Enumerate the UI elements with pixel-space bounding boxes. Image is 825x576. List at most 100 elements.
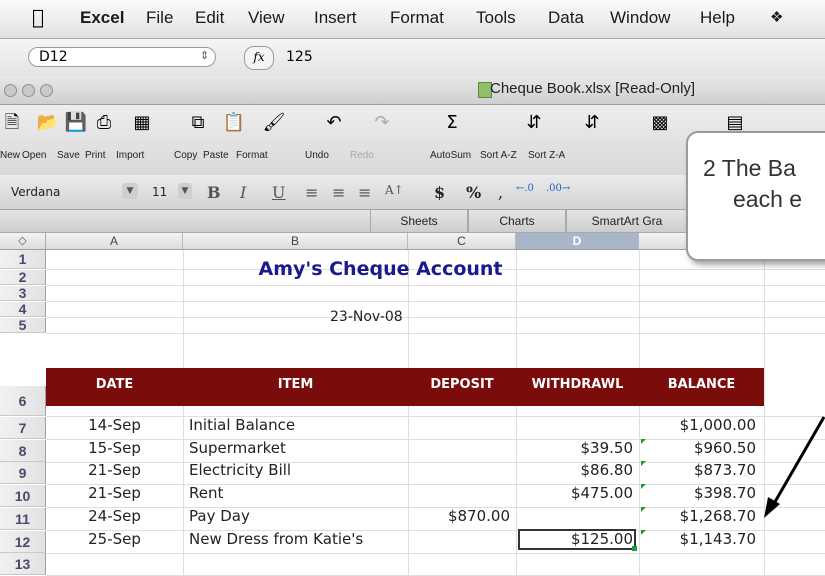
cell-item[interactable]: Electricity Bill — [189, 461, 291, 479]
menu-insert[interactable]: Insert — [314, 8, 357, 28]
toolbar-new-label[interactable]: New — [0, 150, 20, 161]
copy-icon[interactable]: ⧉ — [186, 112, 210, 134]
toolbar-sort-az-label[interactable]: Sort A-Z — [480, 150, 517, 161]
cell-withdrawal[interactable]: $39.50 — [516, 439, 634, 457]
menu-help[interactable]: Help — [700, 8, 735, 28]
comma-icon[interactable]: , — [498, 183, 503, 202]
cell-date[interactable]: 14-Sep — [46, 416, 183, 434]
toolbar-sort-za-label[interactable]: Sort Z-A — [528, 150, 565, 161]
error-indicator-icon[interactable] — [641, 484, 646, 489]
open-icon[interactable]: 📂 — [36, 112, 60, 134]
name-box[interactable]: D12 — [28, 47, 216, 67]
currency-button[interactable]: $ — [434, 183, 445, 202]
toolbar-open-label[interactable]: Open — [22, 150, 46, 161]
cell-balance[interactable]: $1,000.00 — [639, 416, 756, 434]
toolbar-copy-label[interactable]: Copy — [174, 150, 197, 161]
cell-item[interactable]: Supermarket — [189, 439, 286, 457]
merge-cells-icon[interactable]: A↑ — [385, 183, 404, 197]
import-icon[interactable]: ▦ — [130, 112, 154, 134]
toolbar-redo-label[interactable]: Redo — [350, 150, 374, 161]
font-name-select[interactable]: Verdana — [5, 181, 140, 203]
header-item[interactable]: ITEM — [183, 377, 408, 392]
align-left-icon[interactable]: ≡ — [305, 183, 318, 202]
minimize-window-icon[interactable] — [22, 84, 35, 97]
menu-excel[interactable]: Excel — [80, 8, 124, 28]
header-balance[interactable]: BALANCE — [639, 377, 764, 392]
cell-item[interactable]: Initial Balance — [189, 416, 295, 434]
cell-balance[interactable]: $1,143.70 — [639, 530, 756, 548]
cell-item[interactable]: Rent — [189, 484, 223, 502]
cell-date[interactable]: 25-Sep — [46, 530, 183, 548]
error-indicator-icon[interactable] — [641, 507, 646, 512]
row-header-12[interactable]: 12 — [0, 531, 46, 553]
toolbar-paste-label[interactable]: Paste — [203, 150, 229, 161]
cell-item[interactable]: Pay Day — [189, 507, 250, 525]
close-window-icon[interactable] — [4, 84, 17, 97]
autosum-icon[interactable]: Σ — [440, 112, 464, 134]
row-header-10[interactable]: 10 — [0, 485, 46, 507]
column-header-c[interactable]: C — [408, 233, 516, 249]
header-date[interactable]: DATE — [46, 377, 183, 392]
header-deposit[interactable]: DEPOSIT — [408, 377, 516, 392]
row-header-1[interactable]: 1 — [0, 250, 46, 269]
align-right-icon[interactable]: ≡ — [358, 183, 371, 202]
cell-date[interactable]: 24-Sep — [46, 507, 183, 525]
menu-view[interactable]: View — [248, 8, 285, 28]
menu-data[interactable]: Data — [548, 8, 584, 28]
column-header-b[interactable]: B — [183, 233, 408, 249]
format-painter-icon[interactable]: 🖌 — [262, 112, 286, 134]
name-box-stepper-icon[interactable]: ⇕ — [200, 49, 209, 62]
sort-az-icon[interactable]: ⇵ — [522, 112, 546, 134]
cell-withdrawal[interactable]: $86.80 — [516, 461, 634, 479]
increase-decimal-icon[interactable]: ←.0 — [516, 183, 534, 194]
formula-input[interactable]: 125 — [280, 46, 825, 68]
apple-icon[interactable]:  — [32, 5, 44, 29]
cell-balance[interactable]: $1,268.70 — [639, 507, 756, 525]
error-indicator-icon[interactable] — [641, 530, 646, 535]
row-header-9[interactable]: 9 — [0, 462, 46, 484]
tab-smartart[interactable]: SmartArt Gra — [566, 210, 688, 232]
redo-icon[interactable]: ↷ — [370, 112, 394, 134]
cell-balance[interactable]: $873.70 — [639, 461, 756, 479]
italic-button[interactable]: I — [240, 183, 246, 202]
toolbar-format-label[interactable]: Format — [236, 150, 268, 161]
percent-button[interactable]: % — [466, 183, 481, 202]
column-header-d[interactable]: D — [516, 233, 639, 249]
row-header-3[interactable]: 3 — [0, 286, 46, 301]
function-button[interactable]: fx — [244, 46, 274, 70]
menu-window[interactable]: Window — [610, 8, 670, 28]
script-menu-icon[interactable]: ❖ — [770, 8, 783, 26]
underline-button[interactable]: U — [272, 183, 285, 202]
menu-edit[interactable]: Edit — [195, 8, 224, 28]
paste-icon[interactable]: 📋 — [222, 112, 246, 134]
sheet-date[interactable]: 23-Nov-08 — [330, 309, 403, 325]
sheet-title[interactable]: Amy's Cheque Account — [183, 258, 578, 280]
row-header-6[interactable]: 6 — [0, 386, 46, 416]
header-withdrawal[interactable]: WITHDRAWL — [516, 377, 639, 392]
tab-sheets[interactable]: Sheets — [370, 210, 468, 232]
cell-date[interactable]: 21-Sep — [46, 461, 183, 479]
toolbar-print-label[interactable]: Print — [85, 150, 106, 161]
row-header-5[interactable]: 5 — [0, 318, 46, 333]
row-header-8[interactable]: 8 — [0, 440, 46, 462]
cell-withdrawal[interactable]: $475.00 — [516, 484, 633, 502]
decrease-decimal-icon[interactable]: .00→ — [546, 183, 570, 194]
zoom-window-icon[interactable] — [40, 84, 53, 97]
menu-file[interactable]: File — [146, 8, 173, 28]
toolbar-autosum-label[interactable]: AutoSum — [430, 150, 471, 161]
new-icon[interactable]: 🗎 — [0, 112, 24, 134]
cell-item[interactable]: New Dress from Katie's — [189, 530, 363, 548]
error-indicator-icon[interactable] — [641, 461, 646, 466]
row-header-7[interactable]: 7 — [0, 417, 46, 439]
cell-deposit[interactable]: $870.00 — [408, 507, 510, 525]
cell-date[interactable]: 15-Sep — [46, 439, 183, 457]
toolbar-save-label[interactable]: Save — [57, 150, 80, 161]
align-center-icon[interactable]: ≡ — [332, 183, 345, 202]
save-icon[interactable]: 💾 — [64, 112, 88, 134]
cell-withdrawal[interactable]: $125.00 — [516, 530, 633, 548]
select-all-icon[interactable]: ◇ — [0, 233, 46, 249]
error-indicator-icon[interactable] — [641, 439, 646, 444]
cell-balance[interactable]: $960.50 — [639, 439, 756, 457]
row-header-11[interactable]: 11 — [0, 508, 46, 530]
toolbar-import-label[interactable]: Import — [116, 150, 144, 161]
